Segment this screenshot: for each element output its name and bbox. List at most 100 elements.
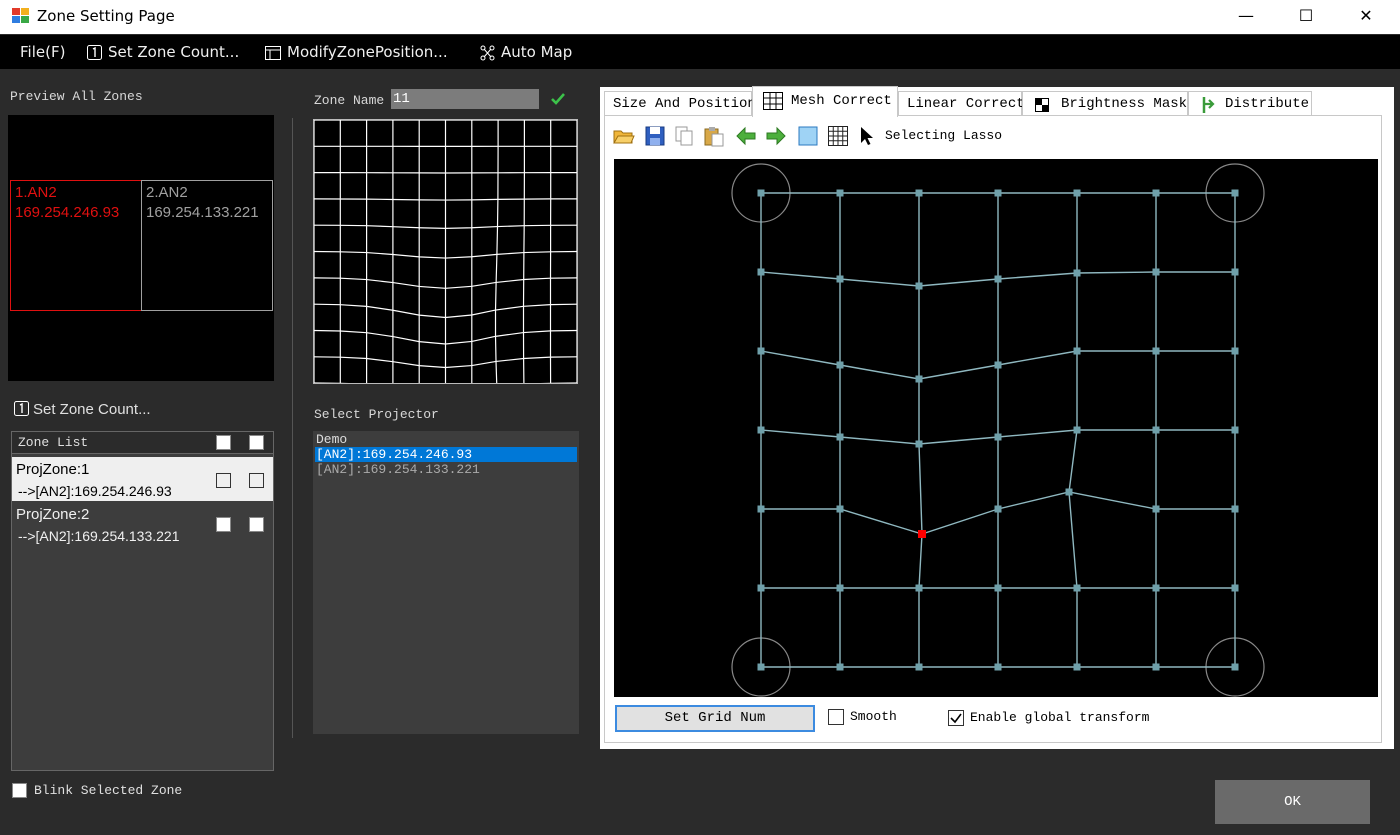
mesh-control-point[interactable]: [915, 440, 923, 448]
mesh-control-point[interactable]: [757, 347, 765, 355]
mesh-control-point[interactable]: [915, 663, 923, 671]
mesh-thumbnail: [313, 119, 578, 384]
mesh-control-point[interactable]: [1152, 505, 1160, 513]
zone-checkbox[interactable]: [249, 517, 264, 532]
mesh-control-point[interactable]: [1073, 584, 1081, 592]
zone-preview-1-name: 1.AN2: [15, 184, 57, 201]
menu-modify-zone-position-label: ModifyZonePosition...: [287, 43, 448, 61]
mesh-control-point[interactable]: [836, 584, 844, 592]
ok-button[interactable]: OK: [1215, 780, 1370, 824]
undo-arrow-icon[interactable]: [735, 125, 757, 147]
set-grid-num-button[interactable]: Set Grid Num: [615, 705, 815, 732]
mesh-control-point[interactable]: [757, 268, 765, 276]
column-divider: [292, 118, 293, 738]
select-rect-icon[interactable]: [797, 125, 819, 147]
mesh-control-point[interactable]: [1231, 663, 1239, 671]
tab-brightness-mask[interactable]: Brightness Mask: [1022, 91, 1188, 116]
mesh-control-point[interactable]: [1231, 584, 1239, 592]
mesh-control-point[interactable]: [994, 275, 1002, 283]
header-checkbox-2[interactable]: [249, 435, 264, 450]
menu-modify-zone-position[interactable]: ModifyZonePosition...: [265, 43, 448, 61]
set-zone-count-button[interactable]: Set Zone Count...: [14, 401, 151, 418]
zone-checkbox[interactable]: [216, 517, 231, 532]
mesh-control-point[interactable]: [1231, 505, 1239, 513]
mesh-control-point[interactable]: [994, 361, 1002, 369]
mesh-control-point[interactable]: [757, 663, 765, 671]
mesh-control-point[interactable]: [836, 361, 844, 369]
mesh-control-point[interactable]: [915, 584, 923, 592]
global-transform-checkbox[interactable]: [948, 710, 964, 726]
zone-checkbox[interactable]: [249, 473, 264, 488]
tab-linear-correct[interactable]: Linear Correct: [898, 91, 1025, 116]
mesh-control-point[interactable]: [1073, 189, 1081, 197]
grid-icon[interactable]: [827, 125, 849, 147]
mesh-control-point[interactable]: [994, 433, 1002, 441]
mesh-control-point[interactable]: [836, 275, 844, 283]
mesh-control-point[interactable]: [757, 426, 765, 434]
copy-icon[interactable]: [673, 125, 695, 147]
mesh-control-point[interactable]: [1065, 488, 1073, 496]
mesh-control-point[interactable]: [757, 189, 765, 197]
save-icon[interactable]: [644, 125, 666, 147]
projector-item-selected[interactable]: [AN2]:169.254.246.93: [315, 447, 577, 462]
mesh-control-point[interactable]: [1152, 347, 1160, 355]
mesh-control-point[interactable]: [1152, 426, 1160, 434]
zone-checkbox[interactable]: [216, 473, 231, 488]
tab-distribute[interactable]: Distribute: [1188, 91, 1312, 116]
zone-list-item[interactable]: ProjZone:1 -->[AN2]:169.254.246.93: [12, 457, 273, 501]
mesh-control-point[interactable]: [836, 505, 844, 513]
mesh-control-point[interactable]: [1073, 426, 1081, 434]
menu-set-zone-count[interactable]: Set Zone Count...: [87, 43, 239, 61]
mesh-control-point[interactable]: [757, 584, 765, 592]
mesh-control-point[interactable]: [836, 663, 844, 671]
mesh-control-point[interactable]: [1231, 426, 1239, 434]
zone-preview-1[interactable]: 1.AN2 169.254.246.93: [10, 180, 142, 311]
zone-list-item-name: ProjZone:1: [16, 461, 90, 478]
mesh-control-point[interactable]: [1231, 189, 1239, 197]
maximize-button[interactable]: ☐: [1276, 0, 1336, 34]
projector-item[interactable]: [AN2]:169.254.133.221: [315, 462, 577, 477]
close-button[interactable]: ✕: [1336, 0, 1396, 34]
redo-arrow-icon[interactable]: [765, 125, 787, 147]
mesh-control-point[interactable]: [757, 505, 765, 513]
mesh-control-point[interactable]: [1073, 663, 1081, 671]
distribute-arrow-icon: [1202, 97, 1215, 113]
mesh-control-point[interactable]: [915, 282, 923, 290]
mesh-control-point[interactable]: [994, 584, 1002, 592]
paste-icon[interactable]: [703, 125, 725, 147]
zone-preview-2[interactable]: 2.AN2 169.254.133.221: [141, 180, 273, 311]
open-folder-icon[interactable]: [613, 125, 635, 147]
mesh-canvas[interactable]: [614, 159, 1378, 697]
mesh-control-point[interactable]: [994, 663, 1002, 671]
cursor-arrow-icon[interactable]: [857, 125, 879, 147]
mesh-control-point[interactable]: [1231, 268, 1239, 276]
zone-list-item[interactable]: ProjZone:2 -->[AN2]:169.254.133.221: [12, 502, 273, 546]
zone-list-item-target: -->[AN2]:169.254.246.93: [18, 483, 172, 499]
zone-name-input[interactable]: [391, 89, 539, 109]
tab-mesh-correct[interactable]: Mesh Correct: [752, 86, 898, 117]
projector-item[interactable]: Demo: [315, 432, 577, 447]
mesh-control-point[interactable]: [1152, 268, 1160, 276]
tab-size-and-position[interactable]: Size And Position: [604, 91, 756, 116]
mesh-control-point[interactable]: [836, 189, 844, 197]
blink-selected-zone-checkbox[interactable]: [12, 783, 27, 798]
mesh-control-point[interactable]: [1152, 663, 1160, 671]
mesh-control-point[interactable]: [994, 505, 1002, 513]
header-checkbox-1[interactable]: [216, 435, 231, 450]
mesh-control-point[interactable]: [1073, 269, 1081, 277]
mesh-control-point[interactable]: [1152, 189, 1160, 197]
mesh-control-point[interactable]: [915, 189, 923, 197]
mesh-control-point[interactable]: [836, 433, 844, 441]
check-icon[interactable]: [550, 92, 566, 106]
selected-control-point[interactable]: [918, 530, 926, 538]
minimize-button[interactable]: —: [1216, 0, 1276, 34]
smooth-checkbox[interactable]: [828, 709, 844, 725]
menu-auto-map[interactable]: Auto Map: [480, 43, 572, 61]
menu-file[interactable]: File(F): [20, 43, 65, 61]
mesh-control-point[interactable]: [1231, 347, 1239, 355]
mesh-control-point[interactable]: [1073, 347, 1081, 355]
tab-strip: Size And Position Mesh Correct Linear Co…: [602, 86, 1392, 117]
mesh-control-point[interactable]: [1152, 584, 1160, 592]
mesh-control-point[interactable]: [915, 375, 923, 383]
mesh-control-point[interactable]: [994, 189, 1002, 197]
